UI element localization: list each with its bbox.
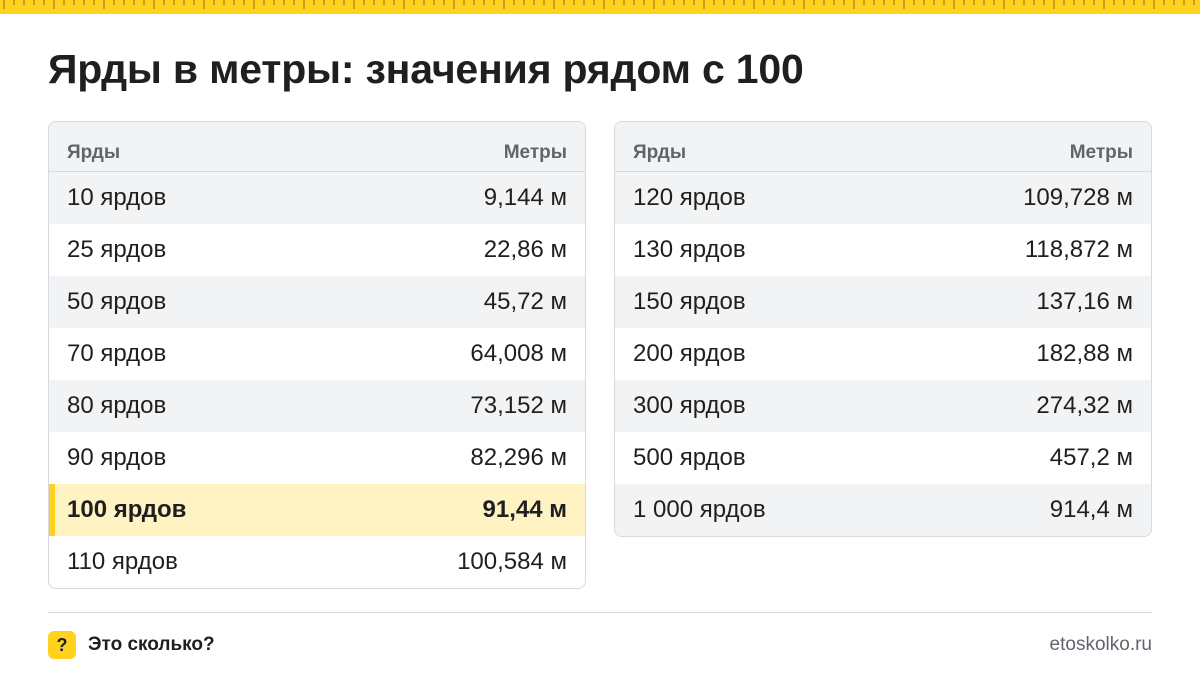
cell-yards: 50 ярдов [67, 288, 167, 315]
table-row: 25 ярдов 22,86 м [49, 224, 585, 276]
cell-meters: 73,152 м [470, 392, 567, 419]
table-row: 300 ярдов 274,32 м [615, 380, 1151, 432]
header-yards: Ярды [67, 141, 121, 163]
cell-yards: 25 ярдов [67, 236, 167, 263]
table-row: 70 ярдов 64,008 м [49, 328, 585, 380]
table-row: 120 ярдов 109,728 м [615, 172, 1151, 224]
header-yards: Ярды [633, 141, 687, 163]
table-row: 130 ярдов 118,872 м [615, 224, 1151, 276]
cell-yards: 300 ярдов [633, 392, 746, 419]
cell-meters: 109,728 м [1023, 184, 1133, 211]
table-row: 500 ярдов 457,2 м [615, 432, 1151, 484]
cell-yards: 130 ярдов [633, 236, 746, 263]
cell-yards: 200 ярдов [633, 340, 746, 367]
ruler-ticks [3, 0, 1195, 9]
cell-yards: 150 ярдов [633, 288, 746, 315]
cell-yards: 90 ярдов [67, 444, 167, 471]
cell-meters: 64,008 м [470, 340, 567, 367]
table-row: 90 ярдов 82,296 м [49, 432, 585, 484]
header-meters: Метры [503, 141, 567, 163]
cell-yards: 110 ярдов [67, 548, 178, 575]
cell-meters: 274,32 м [1036, 392, 1133, 419]
cell-yards: 500 ярдов [633, 444, 746, 471]
footer-divider [48, 612, 1152, 613]
site-url: etoskolko.ru [1049, 634, 1152, 655]
table-row: 200 ярдов 182,88 м [615, 328, 1151, 380]
cell-meters: 182,88 м [1036, 340, 1133, 367]
cell-yards: 80 ярдов [67, 392, 167, 419]
cell-meters: 82,296 м [470, 444, 567, 471]
table-row: 50 ярдов 45,72 м [49, 276, 585, 328]
question-icon: ? [48, 631, 76, 659]
cell-meters: 9,144 м [483, 184, 567, 211]
cell-meters: 22,86 м [483, 236, 567, 263]
table-row: 150 ярдов 137,16 м [615, 276, 1151, 328]
table-row: 10 ярдов 9,144 м [49, 172, 585, 224]
brand-name: Это сколько? [88, 634, 215, 655]
cell-meters: 457,2 м [1049, 444, 1133, 471]
cell-meters: 100,584 м [457, 548, 567, 575]
cell-yards: 120 ярдов [633, 184, 746, 211]
cell-meters: 91,44 м [482, 496, 567, 523]
header-meters: Метры [1069, 141, 1133, 163]
table-row: 1 000 ярдов 914,4 м [615, 484, 1151, 536]
cell-meters: 118,872 м [1024, 236, 1133, 263]
table-row: 80 ярдов 73,152 м [49, 380, 585, 432]
table-header: Ярды Метры [615, 122, 1151, 172]
conversion-table-right: Ярды Метры 120 ярдов 109,728 м 130 ярдов 1… [614, 121, 1152, 537]
table-row: 110 ярдов 100,584 м [49, 536, 585, 588]
cell-yards: 1 000 ярдов [633, 496, 766, 523]
conversion-table-left: Ярды Метры 10 ярдов 9,144 м 25 ярдов 22,86… [48, 121, 586, 589]
page-title: Ярды в метры: значения рядом с 100 [48, 46, 804, 92]
table-header: Ярды Метры [49, 122, 585, 172]
cell-yards: 100 ярдов [67, 496, 187, 523]
cell-meters: 137,16 м [1036, 288, 1133, 315]
ruler-strip [0, 0, 1200, 14]
cell-meters: 45,72 м [483, 288, 567, 315]
cell-yards: 10 ярдов [67, 184, 167, 211]
cell-yards: 70 ярдов [67, 340, 167, 367]
cell-meters: 914,4 м [1049, 496, 1133, 523]
brand: ? Это сколько? [48, 631, 215, 659]
table-row-highlighted: 100 ярдов 91,44 м [49, 484, 585, 536]
